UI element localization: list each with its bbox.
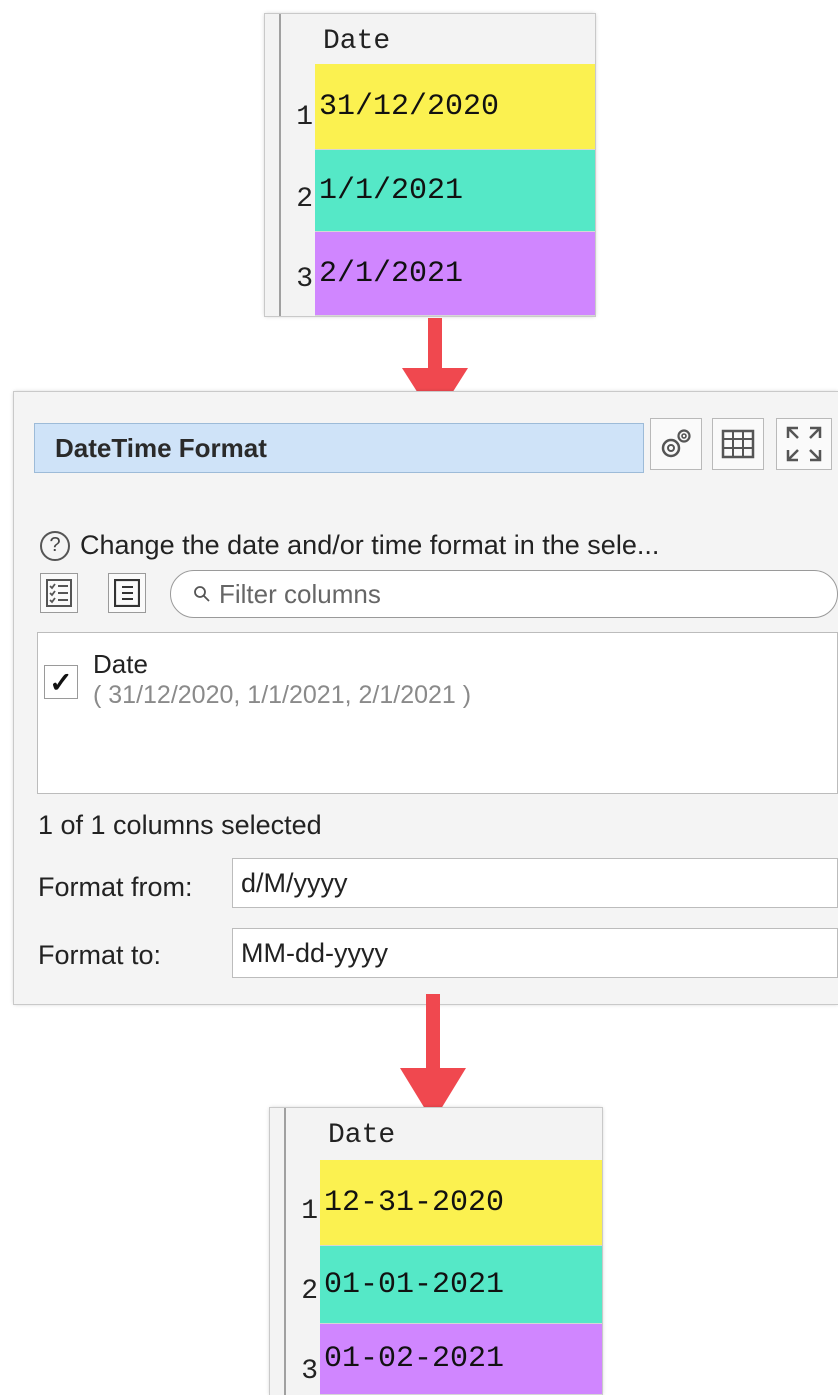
table-cell[interactable]: 12-31-2020 [320, 1160, 602, 1246]
column-name[interactable]: Date [93, 649, 148, 680]
table-cell[interactable]: 01-01-2021 [320, 1246, 602, 1324]
table-cell[interactable]: 2/1/2021 [315, 232, 595, 316]
search-icon [194, 586, 210, 602]
expand-icon [786, 426, 822, 462]
table-left-border [284, 1108, 286, 1395]
row-number: 1 [296, 102, 313, 133]
format-from-input[interactable]: d/M/yyyy [232, 858, 838, 908]
table-view-button[interactable] [712, 418, 764, 470]
table-icon [721, 429, 755, 459]
table-cell[interactable]: 01-02-2021 [320, 1324, 602, 1395]
row-number: 3 [301, 1356, 318, 1387]
format-to-label: Format to: [38, 940, 162, 970]
list-icon [114, 579, 140, 607]
table-cell[interactable]: 1/1/2021 [315, 150, 595, 232]
column-header[interactable]: Date [323, 26, 390, 57]
format-from-value: d/M/yyyy [241, 867, 348, 898]
input-table: Date 1 31/12/2020 2 1/1/2021 3 2/1/2021 [265, 14, 595, 316]
description-text: Change the date and/or time format in th… [80, 530, 660, 560]
format-to-input[interactable]: MM-dd-yyyy [232, 928, 838, 978]
check-icon: ✓ [49, 666, 73, 698]
column-sample-values: ( 31/12/2020, 1/1/2021, 2/1/2021 ) [93, 681, 472, 709]
row-number: 1 [301, 1196, 318, 1227]
down-arrow-icon [400, 994, 466, 1122]
column-header[interactable]: Date [328, 1120, 395, 1151]
gears-icon [661, 429, 691, 458]
help-icon[interactable]: ? [40, 530, 70, 561]
panel-title-text: DateTime Format [55, 432, 267, 463]
row-number: 2 [296, 184, 313, 215]
selection-status: 1 of 1 columns selected [38, 810, 322, 840]
settings-button[interactable] [650, 418, 702, 470]
checklist-icon [46, 579, 72, 607]
filter-placeholder: Filter columns [219, 578, 381, 609]
row-number: 3 [296, 264, 313, 295]
table-left-border [279, 14, 281, 316]
filter-columns-input[interactable]: Filter columns [170, 570, 838, 618]
select-all-button[interactable] [40, 573, 78, 613]
panel-title: DateTime Format [34, 423, 644, 473]
table-cell[interactable]: 31/12/2020 [315, 64, 595, 150]
help-description: ? Change the date and/or time format in … [40, 530, 659, 561]
output-table: Date 1 12-31-2020 2 01-01-2021 3 01-02-2… [270, 1108, 602, 1395]
column-list [37, 632, 838, 794]
row-number: 2 [301, 1276, 318, 1307]
format-to-value: MM-dd-yyyy [241, 937, 388, 968]
deselect-all-button[interactable] [108, 573, 146, 613]
maximize-button[interactable] [776, 418, 832, 470]
column-checkbox[interactable]: ✓ [44, 665, 78, 699]
format-from-label: Format from: [38, 872, 193, 902]
